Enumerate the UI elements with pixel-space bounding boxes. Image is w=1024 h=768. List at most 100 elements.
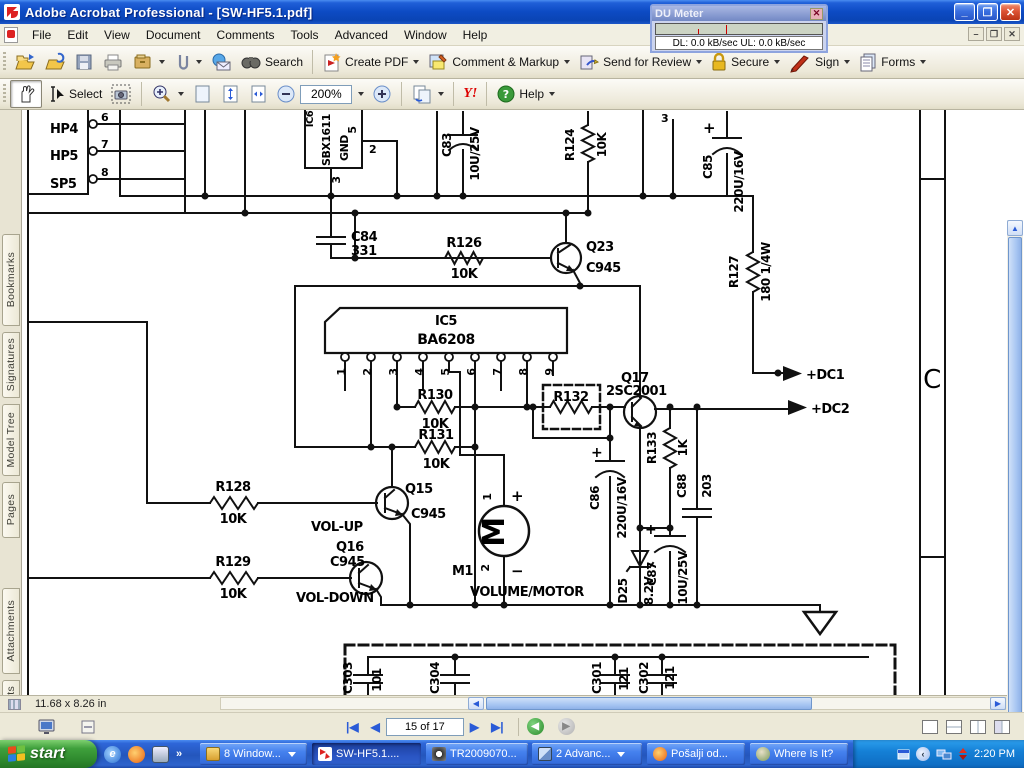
continuous-layout-button[interactable] xyxy=(946,720,962,734)
quicklaunch-chevron[interactable]: » xyxy=(176,748,182,760)
sidebar-tab-model-tree[interactable]: Model Tree xyxy=(2,404,20,476)
attach-button[interactable] xyxy=(169,50,206,74)
windows-flag-icon xyxy=(8,745,25,763)
menu-item-tools[interactable]: Tools xyxy=(283,25,327,45)
fit-width-button[interactable] xyxy=(244,81,272,107)
du-meter-titlebar[interactable]: DU Meter ✕ xyxy=(652,6,826,21)
page-indicator[interactable]: 15 of 17 xyxy=(386,718,464,736)
junction-dot xyxy=(242,210,249,217)
toolbar-grip[interactable] xyxy=(3,84,6,104)
du-meter-close-icon[interactable]: ✕ xyxy=(810,8,823,20)
scroll-up-button[interactable]: ▲ xyxy=(1007,220,1023,236)
search-button[interactable]: Search xyxy=(236,50,307,74)
schematic-label: 121 xyxy=(617,667,631,691)
tray-network-icon[interactable] xyxy=(936,748,952,761)
first-page-button[interactable]: |◀ xyxy=(346,720,359,734)
save-button[interactable] xyxy=(70,50,98,74)
taskbar-item-tr-document[interactable]: TR2009070... xyxy=(426,743,528,765)
menu-item-window[interactable]: Window xyxy=(396,25,455,45)
junction-dot xyxy=(670,193,677,200)
sidebar-tab-signatures[interactable]: Signatures xyxy=(2,332,20,398)
single-page-layout-button[interactable] xyxy=(922,720,938,734)
comment-markup-button[interactable]: Comment & Markup xyxy=(423,49,574,75)
hand-tool-button[interactable] xyxy=(10,80,42,108)
create-pdf-button[interactable]: Create PDF xyxy=(318,49,423,75)
taskbar-item-advanced-group[interactable]: 2 Advanc... xyxy=(532,743,642,765)
organizer-button[interactable] xyxy=(128,50,169,74)
menu-item-document[interactable]: Document xyxy=(138,25,209,45)
screen-mode-icon[interactable] xyxy=(38,719,56,735)
print-button[interactable] xyxy=(98,50,128,74)
last-page-button[interactable]: ▶| xyxy=(491,720,504,734)
sidebar-tab-attachments[interactable]: Attachments xyxy=(2,588,20,674)
pane-splitter-icon[interactable] xyxy=(8,699,21,710)
du-meter-window[interactable]: DU Meter ✕ DL: 0.0 kB/sec UL: 0.0 kB/sec xyxy=(650,4,828,53)
quicklaunch-firefox-icon[interactable] xyxy=(128,746,145,763)
select-tool-button[interactable]: Select xyxy=(42,82,106,106)
previous-page-button[interactable]: ◀ xyxy=(371,720,380,734)
actual-size-button[interactable] xyxy=(188,81,216,107)
schematic-label: Q15 xyxy=(405,482,433,497)
restore-button[interactable]: ❐ xyxy=(977,3,998,21)
sidebar-tab-label: Attachments xyxy=(5,600,17,662)
mdi-close-button[interactable]: ✕ xyxy=(1004,27,1020,41)
schematic-label: 2 xyxy=(479,564,492,571)
tray-hide-icons-button[interactable]: ‹ xyxy=(916,747,930,761)
help-button[interactable]: ?Help xyxy=(492,82,559,106)
mdi-restore-button[interactable]: ❐ xyxy=(986,27,1002,41)
close-button[interactable]: ✕ xyxy=(1000,3,1021,21)
resistor-zigzag xyxy=(664,428,676,468)
continuous-facing-layout-button[interactable] xyxy=(970,720,986,734)
sidebar-tab-pages[interactable]: Pages xyxy=(2,482,20,538)
taskbar-item-acrobat[interactable]: SW-HF5.1.... xyxy=(312,743,421,765)
schematic-label: − xyxy=(511,562,523,580)
junction-dot xyxy=(202,193,209,200)
menu-item-comments[interactable]: Comments xyxy=(209,25,283,45)
horizontal-scroll-thumb[interactable] xyxy=(486,697,812,710)
zoom-in-button[interactable] xyxy=(368,82,396,106)
junction-dot xyxy=(640,193,647,200)
menu-item-help[interactable]: Help xyxy=(455,25,496,45)
sidebar-tab-bookmarks[interactable]: Bookmarks xyxy=(2,234,20,326)
taskbar-item-windows-group[interactable]: 8 Window... xyxy=(200,743,307,765)
zoom-level-combobox[interactable]: 200% xyxy=(300,85,352,104)
start-button[interactable]: start xyxy=(0,740,97,768)
quicklaunch-app-icon[interactable] xyxy=(152,746,169,763)
menu-item-edit[interactable]: Edit xyxy=(59,25,96,45)
taskbar-item-whereisit[interactable]: Where Is It? xyxy=(750,743,848,765)
menu-item-file[interactable]: File xyxy=(24,25,59,45)
toolbar-grip[interactable] xyxy=(3,52,6,72)
snapshot-tool-button[interactable] xyxy=(106,81,136,107)
forms-button[interactable]: Forms xyxy=(854,49,930,75)
pdf-document-icon xyxy=(4,27,18,43)
page-view-icon[interactable] xyxy=(80,719,96,735)
tray-window-icon[interactable] xyxy=(897,748,910,761)
minimize-button[interactable]: _ xyxy=(954,3,975,21)
zoom-tool-button[interactable] xyxy=(147,81,188,107)
menu-item-advanced[interactable]: Advanced xyxy=(327,25,396,45)
scroll-left-button[interactable]: ◀ xyxy=(468,697,484,710)
vertical-scrollbar[interactable]: ▲ ▼ xyxy=(1007,220,1023,768)
menu-item-view[interactable]: View xyxy=(96,25,138,45)
page-navigation-button[interactable] xyxy=(407,81,448,107)
taskbar-item-firefox[interactable]: Pošalji od... xyxy=(647,743,745,765)
document-page[interactable]: HP4HP5SP5678IC6SBX1611GND523C8310U/25VR1… xyxy=(23,110,1007,695)
fit-page-button[interactable] xyxy=(216,81,244,107)
mdi-minimize-button[interactable]: – xyxy=(968,27,984,41)
next-view-button[interactable]: ▶ xyxy=(558,718,575,735)
schematic-label: R130 xyxy=(417,388,453,403)
zoom-combo-caret[interactable] xyxy=(352,90,368,98)
scroll-right-button[interactable]: ▶ xyxy=(990,697,1006,710)
document-size: 11.68 x 8.26 in xyxy=(35,698,106,710)
next-page-button[interactable]: ▶ xyxy=(470,720,479,734)
open-web-button[interactable] xyxy=(40,50,70,74)
yahoo-button[interactable]: Y! xyxy=(459,84,481,104)
email-button[interactable] xyxy=(206,50,236,74)
open-button[interactable] xyxy=(10,50,40,74)
zoom-out-button[interactable] xyxy=(272,82,300,106)
facing-layout-button[interactable] xyxy=(994,720,1010,734)
tray-dumeter-icon[interactable] xyxy=(958,747,968,761)
vertical-scroll-thumb[interactable] xyxy=(1008,237,1022,768)
quicklaunch-ie-icon[interactable]: e xyxy=(104,746,121,763)
previous-view-button[interactable]: ◀ xyxy=(527,718,544,735)
